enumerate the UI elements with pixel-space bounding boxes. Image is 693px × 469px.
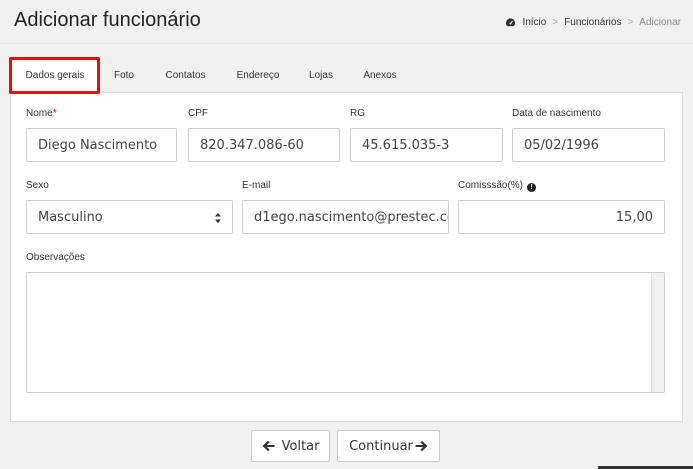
tab-contatos[interactable]: Contatos (158, 57, 213, 93)
continue-button[interactable]: Continuar (337, 430, 440, 462)
nascimento-field[interactable]: 05/02/1996 (512, 128, 665, 162)
observacoes-label: Observações (26, 252, 85, 263)
tab-foto[interactable]: Foto (105, 57, 143, 93)
nome-label: Nome* (26, 108, 57, 119)
continue-label: Continuar (349, 438, 413, 454)
select-arrows-icon (215, 213, 221, 223)
tab-dados-gerais[interactable]: Dados gerais (10, 57, 100, 93)
nascimento-label: Data de nascimento (512, 108, 601, 119)
arrow-left-icon (262, 440, 275, 452)
sexo-value: Masculino (38, 209, 103, 225)
rg-field[interactable]: 45.615.035-3 (350, 128, 503, 162)
back-label: Voltar (281, 438, 320, 454)
breadcrumb-current: Adicionar (639, 17, 681, 28)
info-icon[interactable]: ! (527, 183, 537, 192)
breadcrumb-separator: > (552, 17, 559, 28)
breadcrumb: Início > Funcionários > Adicionar (505, 17, 681, 28)
breadcrumb-funcionarios[interactable]: Funcionários (564, 17, 621, 28)
cpf-label: CPF (188, 108, 208, 119)
page-title: Adicionar funcionário (14, 9, 201, 31)
email-label: E-mail (242, 180, 271, 191)
nome-field[interactable]: Diego Nascimento (26, 128, 177, 162)
page-header: Adicionar funcionário Início > Funcionár… (0, 0, 693, 44)
dashboard-icon (506, 18, 516, 27)
required-mark: * (52, 108, 57, 119)
back-button[interactable]: Voltar (251, 430, 330, 462)
breadcrumb-home[interactable]: Início (522, 17, 546, 28)
email-field[interactable]: d1ego.nascimento@prestec.co (242, 200, 449, 234)
breadcrumb-separator: > (627, 17, 634, 28)
comissao-label: Comisssão(%)! (458, 180, 537, 192)
tab-bar: Dados gerais Foto Contatos Endereço Loja… (10, 57, 683, 93)
sexo-select[interactable]: Masculino (26, 200, 233, 234)
textarea-scrollbar[interactable] (651, 273, 664, 392)
comissao-field[interactable]: 15,00 (458, 200, 665, 234)
tab-lojas[interactable]: Lojas (302, 57, 340, 93)
observacoes-textarea[interactable] (26, 272, 665, 393)
rg-label: RG (350, 108, 365, 119)
tab-anexos[interactable]: Anexos (355, 57, 405, 93)
sexo-label: Sexo (26, 180, 49, 191)
cpf-field[interactable]: 820.347.086-60 (188, 128, 340, 162)
arrow-right-icon (415, 440, 428, 452)
tab-endereco[interactable]: Endereço (228, 57, 288, 93)
